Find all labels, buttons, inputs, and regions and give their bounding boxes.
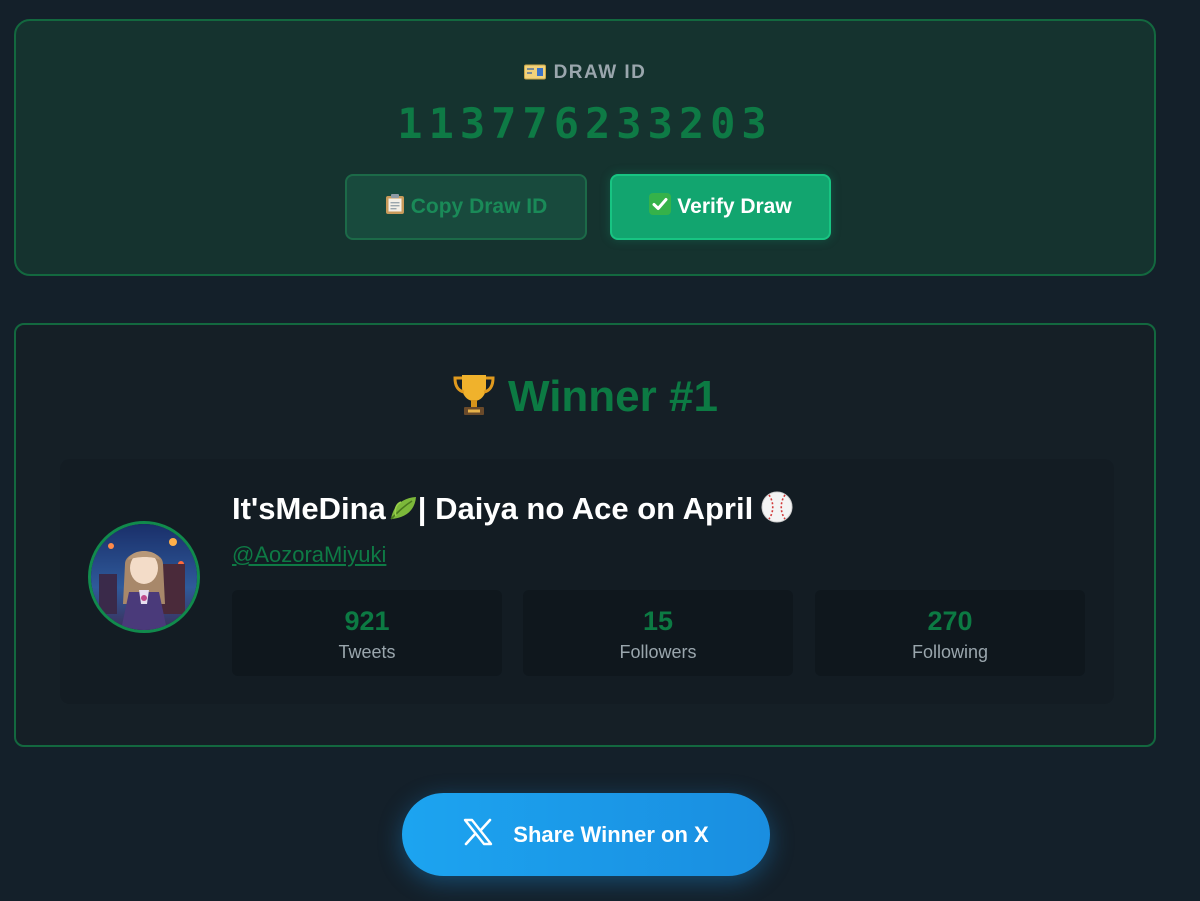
winner-title: Winner #1 xyxy=(16,371,1154,428)
winner-card: Winner #1 It'sMeDina | Daiya no Ace on A… xyxy=(14,323,1156,747)
verify-draw-label: Verify Draw xyxy=(677,195,792,218)
stat-following: 270 Following xyxy=(815,590,1085,676)
verify-draw-button[interactable]: Verify Draw xyxy=(610,174,831,240)
stat-label: Followers xyxy=(619,642,697,662)
draw-id-card: DRAW ID 113776233203 Copy Draw ID Verify… xyxy=(14,19,1156,276)
leaf-icon xyxy=(388,494,418,530)
winner-handle-link[interactable]: @AozoraMiyuki xyxy=(232,542,386,568)
draw-id-value: 113776233203 xyxy=(397,99,773,148)
avatar xyxy=(88,521,200,633)
baseball-icon xyxy=(761,491,793,531)
display-name-text: It'sMeDina xyxy=(232,491,386,526)
winner-display-name: It'sMeDina | Daiya no Ace on April xyxy=(232,491,793,531)
x-logo-icon xyxy=(463,818,493,852)
trophy-icon xyxy=(452,371,496,428)
copy-draw-id-button[interactable]: Copy Draw ID xyxy=(345,174,587,240)
share-winner-on-x-button[interactable]: Share Winner on X xyxy=(402,793,770,876)
stat-value: 270 xyxy=(927,606,973,636)
stat-tweets: 921 Tweets xyxy=(232,590,502,676)
stat-value: 921 xyxy=(344,606,390,636)
ticket-icon xyxy=(523,64,546,86)
winner-title-text: Winner #1 xyxy=(508,372,718,421)
stat-value: 15 xyxy=(642,606,674,636)
draw-id-label: DRAW ID xyxy=(16,62,1154,86)
check-icon xyxy=(649,193,672,221)
clipboard-icon xyxy=(385,193,405,221)
display-name-rest: | Daiya no Ace on April xyxy=(417,491,754,526)
stat-label: Following xyxy=(911,642,989,662)
stat-label: Tweets xyxy=(338,642,396,662)
winner-page: DRAW ID 113776233203 Copy Draw ID Verify… xyxy=(0,0,1200,901)
copy-draw-id-label: Copy Draw ID xyxy=(410,195,548,218)
share-winner-label: Share Winner on X xyxy=(513,821,709,847)
winner-profile: It'sMeDina | Daiya no Ace on April @Aozo… xyxy=(60,459,1114,704)
stat-followers: 15 Followers xyxy=(523,590,793,676)
draw-id-label-text: DRAW ID xyxy=(553,62,647,83)
